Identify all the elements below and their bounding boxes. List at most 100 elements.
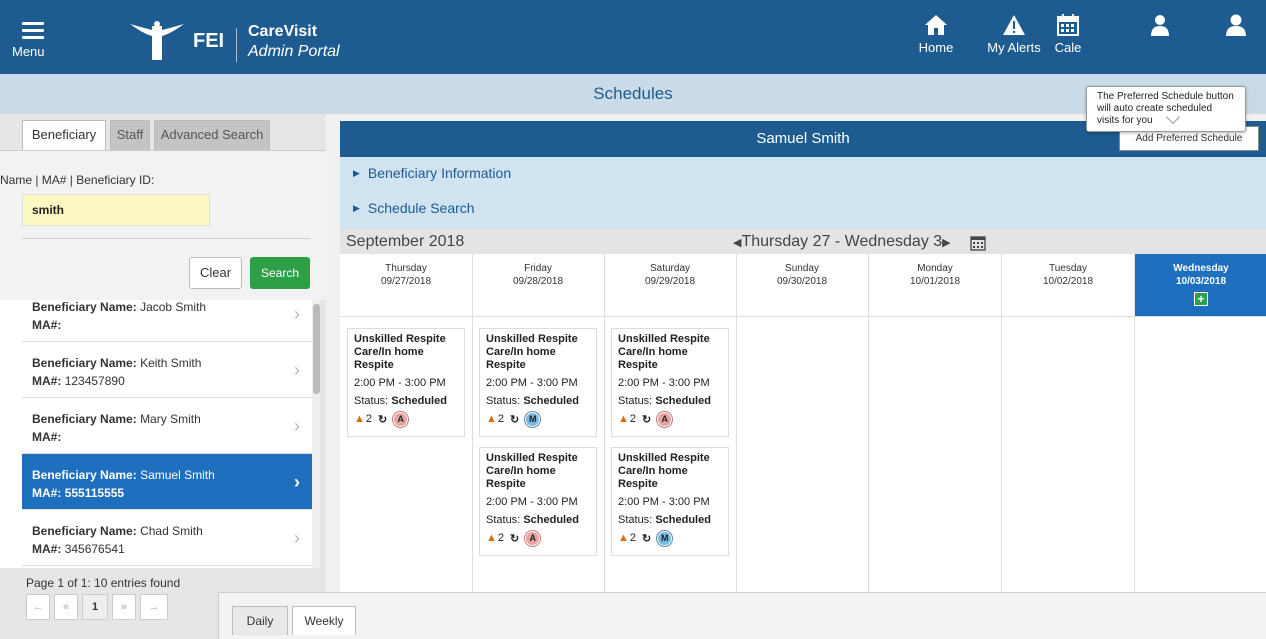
visit-card[interactable]: Unskilled Respite Care/In home Respite 2… xyxy=(611,447,729,556)
chevron-right-icon: › xyxy=(294,304,300,324)
nav-alerts-label: My Alerts xyxy=(987,40,1041,55)
user-icon xyxy=(1226,14,1246,36)
alert-count: 2 xyxy=(365,413,373,425)
name-prefix: Beneficiary Name: xyxy=(32,412,137,426)
nav-home[interactable]: Home xyxy=(912,14,960,70)
week-navigator: ◀Thursday 27 - Wednesday 3▶ xyxy=(733,233,951,251)
day-header: Monday 10/01/2018 xyxy=(869,254,1001,317)
pager-first[interactable]: ← xyxy=(26,594,50,620)
day-name: Saturday xyxy=(649,263,691,274)
fei-logo-icon xyxy=(130,21,184,60)
status-value: Scheduled xyxy=(523,395,579,407)
list-item-selected[interactable]: Beneficiary Name: Samuel Smith MA#: 5551… xyxy=(22,454,312,510)
schedule-search-toggle[interactable]: ▶ Schedule Search xyxy=(353,200,475,216)
day-column-friday[interactable]: Friday 09/28/2018 Unskilled Respite Care/… xyxy=(472,254,605,639)
nav-my-alerts[interactable]: My Alerts xyxy=(982,14,1046,70)
visit-status: Status: Scheduled xyxy=(618,514,722,527)
visit-status: Status: Scheduled xyxy=(618,395,722,408)
day-column-monday[interactable]: Monday 10/01/2018 xyxy=(869,254,1002,639)
recurring-icon: ↻ xyxy=(510,532,520,545)
page-title: Schedules xyxy=(593,84,673,103)
caret-right-icon: ▶ xyxy=(353,203,360,213)
pager-prev[interactable]: « xyxy=(54,594,78,620)
visit-card[interactable]: Unskilled Respite Care/In home Respite 2… xyxy=(479,447,597,556)
day-name: Wednesday xyxy=(1173,263,1229,274)
alert-icon xyxy=(1003,15,1025,35)
search-input[interactable] xyxy=(22,194,210,226)
tab-beneficiary[interactable]: Beneficiary xyxy=(22,120,106,150)
day-header: Saturday 09/29/2018 xyxy=(604,254,736,317)
warning-icon: ▲ xyxy=(618,532,629,544)
alert-count: 2 xyxy=(497,532,505,544)
alert-count: 2 xyxy=(629,413,637,425)
pager-last[interactable]: → xyxy=(140,594,168,620)
day-date: 10/02/2018 xyxy=(1042,276,1094,287)
visit-title: Unskilled Respite Care/In home Respite xyxy=(618,452,710,490)
list-item[interactable]: Beneficiary Name: Chad Smith MA#: 345676… xyxy=(22,510,312,566)
day-name: Thursday xyxy=(385,263,427,274)
visit-card[interactable]: Unskilled Respite Care/In home Respite 2… xyxy=(347,328,465,437)
nav-account[interactable] xyxy=(1212,14,1260,70)
list-item[interactable]: Beneficiary Name: Keith Smith MA#: 12345… xyxy=(22,342,312,398)
pager-page-1[interactable]: 1 xyxy=(82,594,108,620)
add-visit-icon[interactable]: + xyxy=(1194,292,1208,306)
visit-indicators: ▲ 2 ↻ M xyxy=(486,411,590,427)
day-header: Sunday 09/30/2018 xyxy=(736,254,868,317)
ma-prefix: MA#: xyxy=(32,374,62,388)
nav-home-label: Home xyxy=(918,40,954,55)
scrollbar-thumb[interactable] xyxy=(313,304,320,394)
visit-title: Unskilled Respite Care/In home Respite xyxy=(618,333,710,371)
visit-card[interactable]: Unskilled Respite Care/In home Respite 2… xyxy=(479,328,597,437)
staff-icon xyxy=(1151,15,1169,36)
badge-m: M xyxy=(525,411,541,427)
tab-advanced-search[interactable]: Advanced Search xyxy=(154,120,270,150)
calendar-icon xyxy=(1057,14,1079,36)
day-date: 09/27/2018 xyxy=(380,276,432,287)
day-column-tuesday[interactable]: Tuesday 10/02/2018 xyxy=(1002,254,1135,639)
recurring-icon: ↻ xyxy=(642,532,652,545)
badge-a: A xyxy=(525,530,541,546)
status-prefix: Status: xyxy=(618,395,653,407)
calendar-picker-icon[interactable] xyxy=(970,235,986,251)
paging-info: Page 1 of 1: 10 entries found xyxy=(26,576,181,590)
hamburger-icon xyxy=(22,22,44,43)
expander-label: Beneficiary Information xyxy=(367,165,512,181)
day-column-sunday[interactable]: Sunday 09/30/2018 xyxy=(736,254,869,639)
day-column-saturday[interactable]: Saturday 09/29/2018 Unskilled Respite Car… xyxy=(604,254,737,639)
visit-time: 2:00 PM - 3:00 PM xyxy=(618,377,710,389)
alert-count: 2 xyxy=(497,413,505,425)
next-week-icon[interactable]: ▶ xyxy=(942,237,950,249)
visit-indicators: ▲ 2 ↻ A xyxy=(486,530,590,546)
status-value: Scheduled xyxy=(655,395,711,407)
day-header-today: Wednesday 10/03/2018 + xyxy=(1135,254,1266,317)
visit-time: 2:00 PM - 3:00 PM xyxy=(354,377,446,389)
beneficiary-name: Samuel Smith xyxy=(140,468,215,482)
list-item[interactable]: Beneficiary Name: Jacob Smith MA#: › xyxy=(22,300,312,342)
day-name: Tuesday xyxy=(1049,263,1087,274)
nav-my-staff[interactable] xyxy=(1136,14,1184,70)
preferred-schedule-tooltip: The Preferred Schedule button will auto … xyxy=(1086,86,1246,132)
menu-button[interactable]: Menu xyxy=(12,16,62,66)
day-column-thursday[interactable]: Thursday 09/27/2018 Unskilled Respite Car… xyxy=(340,254,473,639)
ma-prefix: MA#: xyxy=(32,486,62,500)
tab-daily[interactable]: Daily xyxy=(232,606,288,635)
chevron-right-icon: › xyxy=(294,416,300,436)
visit-indicators: ▲ 2 ↻ A xyxy=(354,411,458,427)
visit-card[interactable]: Unskilled Respite Care/In home Respite 2… xyxy=(611,328,729,437)
day-column-wednesday[interactable]: Wednesday 10/03/2018 + xyxy=(1135,254,1266,639)
day-date: 09/29/2018 xyxy=(644,276,696,287)
beneficiary-information-toggle[interactable]: ▶ Beneficiary Information xyxy=(353,165,511,181)
month-label: September 2018 xyxy=(346,233,465,250)
clear-button[interactable]: Clear xyxy=(189,257,242,289)
beneficiary-name: Mary Smith xyxy=(140,412,201,426)
name-prefix: Beneficiary Name: xyxy=(32,468,137,482)
visit-indicators: ▲ 2 ↻ M xyxy=(618,530,722,546)
status-value: Scheduled xyxy=(655,514,711,526)
tab-weekly[interactable]: Weekly xyxy=(292,606,356,635)
list-item[interactable]: Beneficiary Name: Mary Smith MA#: › xyxy=(22,398,312,454)
search-button[interactable]: Search xyxy=(250,257,310,289)
nav-calendar[interactable]: Cale xyxy=(1048,14,1088,70)
brand-short: FEI xyxy=(193,30,225,52)
pager-next[interactable]: » xyxy=(112,594,136,620)
tab-staff[interactable]: Staff xyxy=(110,120,150,150)
